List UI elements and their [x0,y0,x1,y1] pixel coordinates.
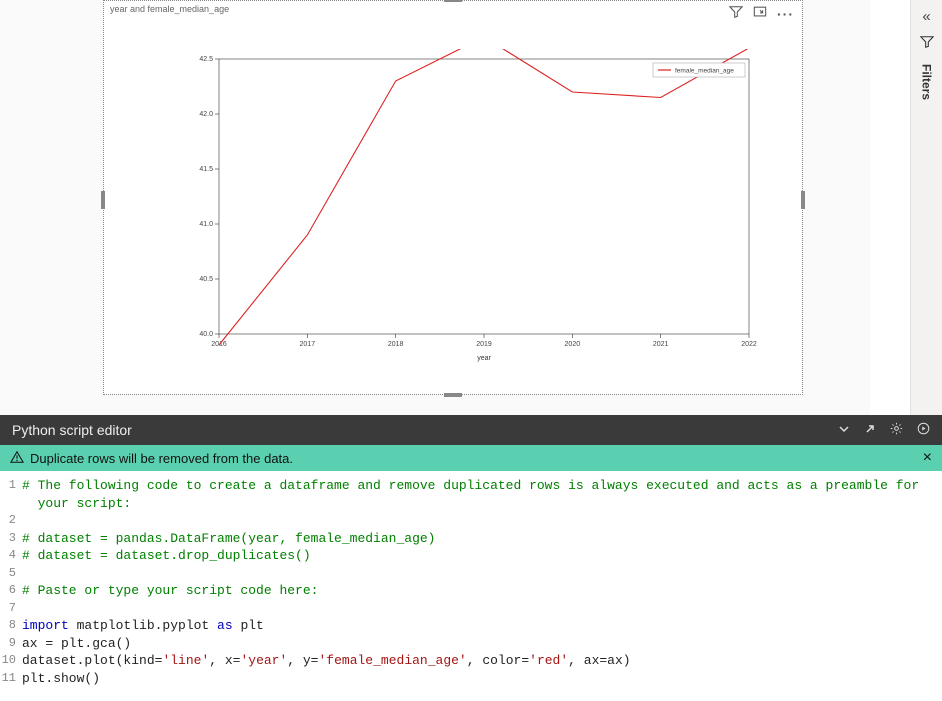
code-line[interactable]: 6# Paste or type your script code here: [0,582,942,600]
code-content[interactable]: # dataset = dataset.drop_duplicates() [22,547,942,565]
filter-icon[interactable] [729,5,743,22]
script-editor-title: Python script editor [12,422,838,438]
code-line[interactable]: 2 [0,512,942,530]
filters-pane-collapsed[interactable]: « Filters [910,0,942,415]
code-content[interactable] [22,600,942,618]
svg-text:female_median_age: female_median_age [675,68,734,75]
svg-text:2018: 2018 [388,341,404,348]
svg-text:2022: 2022 [741,341,757,348]
line-number: 1 [0,477,22,495]
code-line[interactable]: 10dataset.plot(kind='line', x='year', y=… [0,652,942,670]
code-line[interactable]: 11plt.show() [0,670,942,688]
script-options-icon[interactable] [890,422,903,438]
line-number: 8 [0,617,22,635]
code-content[interactable]: ax = plt.gca() [22,635,942,653]
line-number: 2 [0,512,22,530]
close-icon[interactable]: × [923,449,932,467]
code-line[interactable]: 8import matplotlib.pyplot as plt [0,617,942,635]
filters-icon[interactable] [920,35,934,52]
script-editor-body[interactable]: 1# The following code to create a datafr… [0,471,942,701]
script-editor-header: Python script editor [0,415,942,445]
code-line[interactable]: your script: [0,495,942,513]
line-number: 10 [0,652,22,670]
code-content[interactable] [22,565,942,583]
visual-title: year and female_median_age [110,4,229,14]
svg-text:41.0: 41.0 [199,221,213,228]
focus-mode-icon[interactable] [753,5,767,22]
chart-plot: 40.040.541.041.542.042.52016201720182019… [164,49,764,364]
run-script-icon[interactable] [917,422,930,438]
line-number: 11 [0,670,22,688]
line-number: 5 [0,565,22,583]
code-content[interactable]: # Paste or type your script code here: [22,582,942,600]
expand-pane-icon[interactable]: « [922,8,930,25]
line-chart-svg: 40.040.541.041.542.042.52016201720182019… [164,49,764,364]
resize-handle-bottom[interactable] [444,393,462,397]
code-content[interactable] [22,512,942,530]
code-content[interactable]: import matplotlib.pyplot as plt [22,617,942,635]
resize-handle-right[interactable] [801,191,805,209]
line-number: 6 [0,582,22,600]
code-line[interactable]: 4# dataset = dataset.drop_duplicates() [0,547,942,565]
collapse-editor-icon[interactable] [838,423,850,438]
report-canvas[interactable]: year and female_median_age ··· 40.0 40.5 4… [0,0,870,415]
python-visual-container[interactable]: year and female_median_age ··· 40.0 40.5 4… [103,0,803,395]
svg-text:2021: 2021 [653,341,669,348]
popout-editor-icon[interactable] [864,423,876,438]
warning-text: Duplicate rows will be removed from the … [30,451,293,466]
code-line[interactable]: 1# The following code to create a datafr… [0,477,942,495]
code-line[interactable]: 3# dataset = pandas.DataFrame(year, fema… [0,530,942,548]
resize-handle-left[interactable] [101,191,105,209]
line-number: 4 [0,547,22,565]
line-number: 9 [0,635,22,653]
more-options-icon[interactable]: ··· [777,6,794,22]
line-number: 3 [0,530,22,548]
svg-text:2020: 2020 [565,341,581,348]
svg-text:41.5: 41.5 [199,166,213,173]
code-line[interactable]: 9ax = plt.gca() [0,635,942,653]
svg-text:2019: 2019 [476,341,492,348]
svg-text:42.5: 42.5 [199,56,213,63]
code-content[interactable]: # The following code to create a datafra… [22,477,942,495]
line-number [0,495,22,513]
filters-pane-label: Filters [920,64,934,100]
warning-banner: Duplicate rows will be removed from the … [0,445,942,471]
code-content[interactable]: # dataset = pandas.DataFrame(year, femal… [22,530,942,548]
code-content[interactable]: dataset.plot(kind='line', x='year', y='f… [22,652,942,670]
line-number: 7 [0,600,22,618]
code-content[interactable]: plt.show() [22,670,942,688]
svg-text:40.5: 40.5 [199,276,213,283]
code-line[interactable]: 5 [0,565,942,583]
svg-text:2017: 2017 [300,341,316,348]
code-content[interactable]: your script: [22,495,942,513]
svg-text:40.0: 40.0 [199,331,213,338]
resize-handle-top[interactable] [444,0,462,2]
code-line[interactable]: 7 [0,600,942,618]
svg-text:42.0: 42.0 [199,111,213,118]
svg-text:year: year [477,355,491,362]
warning-icon [10,450,24,467]
